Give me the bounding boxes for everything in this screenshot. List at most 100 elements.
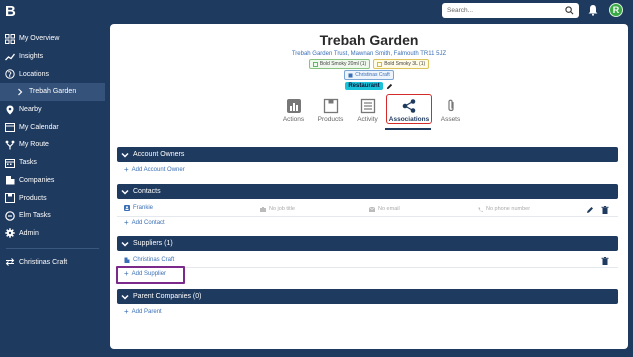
envelope-icon (369, 206, 375, 212)
sidebar-item-label: Nearby (19, 106, 42, 114)
company-chip[interactable]: Christinas Craft (344, 70, 394, 80)
chevron-down-icon (121, 294, 129, 300)
sidebar-item-products[interactable]: Products (0, 189, 105, 207)
search-icon[interactable] (565, 6, 574, 15)
swap-arrows-icon (5, 257, 15, 267)
product-box-icon (5, 193, 15, 204)
location-detail-card: Trebah Garden Trebah Garden Trust, Mawna… (110, 24, 628, 349)
list-icon (360, 98, 375, 114)
calendar-check-icon (5, 158, 15, 168)
sidebar-item-insights[interactable]: Insights (0, 48, 105, 66)
section-contacts-header[interactable]: Contacts (117, 184, 618, 199)
add-account-owner-link[interactable]: + Add Account Owner (124, 166, 185, 174)
section-suppliers-header[interactable]: Suppliers (1) (117, 236, 618, 251)
tab-assets[interactable]: Assets (432, 98, 469, 124)
edit-pencil-icon[interactable] (586, 206, 594, 214)
sidebar-item-label: My Calendar (19, 123, 59, 131)
building-icon (124, 257, 130, 263)
bar-chart-icon (286, 99, 301, 113)
section-title: Suppliers (1) (133, 240, 173, 247)
product-chip[interactable]: Bold Smoky 3L (1) (373, 59, 430, 69)
add-contact-link[interactable]: + Add Contact (124, 219, 165, 227)
user-avatar[interactable]: R (609, 3, 623, 17)
add-parent-label: Add Parent (131, 309, 162, 315)
section-parent-companies-header[interactable]: Parent Companies (0) (117, 289, 618, 304)
sidebar: My Overview Insights Locations Trebah Ga… (0, 30, 105, 271)
search-input[interactable] (447, 7, 565, 14)
pencil-icon[interactable] (386, 83, 393, 90)
sidebar-item-elm-tasks[interactable]: Elm Tasks (0, 207, 105, 225)
grid-icon (5, 33, 15, 44)
location-type-tag: Restaurant (345, 82, 383, 90)
supplier-name-link[interactable]: Christinas Craft (124, 257, 174, 263)
tab-products[interactable]: Products (312, 98, 349, 124)
tab-activity[interactable]: Activity (349, 98, 386, 124)
sidebar-item-label: Insights (19, 53, 44, 61)
phone-text: No phone number (486, 206, 531, 212)
chevron-down-icon (121, 241, 129, 247)
highlight-box (116, 266, 185, 284)
page-title: Trebah Garden (319, 32, 419, 48)
bell-icon[interactable] (587, 4, 599, 16)
share-icon (402, 99, 416, 113)
elm-circle-icon (5, 210, 15, 221)
add-contact-label: Add Contact (131, 220, 165, 226)
product-chips: Bold Smoky 20ml (1) Bold Smoky 3L (1) (110, 59, 628, 69)
contact-email: No email (369, 206, 400, 212)
active-tab-indicator (385, 128, 431, 130)
sidebar-item-nearby[interactable]: Nearby (0, 101, 105, 119)
sidebar-item-label: Christinas Craft (19, 258, 68, 266)
phone-icon (478, 207, 483, 212)
building-icon (5, 175, 15, 185)
add-parent-link[interactable]: + Add Parent (124, 308, 162, 316)
row-divider (117, 216, 618, 217)
plus-icon: + (124, 307, 129, 316)
sidebar-item-label: My Overview (19, 35, 60, 43)
tab-label: Activity (357, 116, 378, 123)
section-title: Account Owners (133, 151, 185, 158)
section-account-owners-header[interactable]: Account Owners (117, 147, 618, 162)
tab-bar: Actions Products Activity Associations A… (275, 94, 469, 124)
sidebar-item-label: Products (19, 194, 47, 202)
sidebar-item-companies[interactable]: Companies (0, 172, 105, 190)
product-box-icon (312, 61, 318, 67)
chevron-right-icon (15, 87, 25, 97)
sidebar-item-switch-account[interactable]: Christinas Craft (0, 253, 105, 271)
app-logo[interactable]: B (5, 3, 16, 20)
contact-name: Frankie (133, 205, 154, 211)
contact-card-icon (124, 205, 130, 211)
email-text: No email (378, 206, 400, 212)
sidebar-item-admin[interactable]: Admin (0, 225, 105, 243)
contact-job-title: No job title (260, 206, 295, 212)
paperclip-icon (447, 99, 454, 112)
trash-icon[interactable] (601, 257, 609, 265)
chevron-down-icon (121, 152, 129, 158)
tab-associations[interactable]: Associations (386, 94, 432, 124)
building-icon (348, 73, 353, 77)
briefcase-icon (260, 206, 266, 212)
contact-name-link[interactable]: Frankie (124, 205, 153, 211)
product-chip-label: Bold Smoky 3L (1) (384, 61, 426, 67)
product-box-icon (323, 98, 338, 114)
supplier-name: Christinas Craft (133, 257, 175, 263)
sidebar-item-tasks[interactable]: Tasks (0, 154, 105, 172)
location-address[interactable]: Trebah Garden Trust, Mawnan Smith, Falmo… (110, 51, 628, 57)
add-account-owner-label: Add Account Owner (131, 167, 185, 173)
product-chip-label: Bold Smoky 20ml (1) (319, 61, 367, 67)
trash-icon[interactable] (601, 206, 609, 214)
sidebar-item-my-route[interactable]: My Route (0, 136, 105, 154)
company-chip-row: Christinas Craft (110, 70, 628, 80)
search-box[interactable] (442, 3, 579, 18)
sidebar-item-trebah-garden[interactable]: Trebah Garden (0, 83, 105, 101)
sidebar-item-label: Tasks (19, 159, 37, 167)
gear-icon (5, 228, 15, 239)
tab-label: Assets (440, 116, 461, 123)
tab-actions[interactable]: Actions (275, 98, 312, 124)
plus-icon: + (124, 165, 129, 174)
sidebar-item-locations[interactable]: Locations (0, 65, 105, 83)
tab-label: Products (317, 116, 344, 123)
sidebar-item-my-overview[interactable]: My Overview (0, 30, 105, 48)
product-chip[interactable]: Bold Smoky 20ml (1) (308, 59, 371, 69)
section-title: Contacts (133, 188, 161, 195)
sidebar-item-my-calendar[interactable]: My Calendar (0, 118, 105, 136)
